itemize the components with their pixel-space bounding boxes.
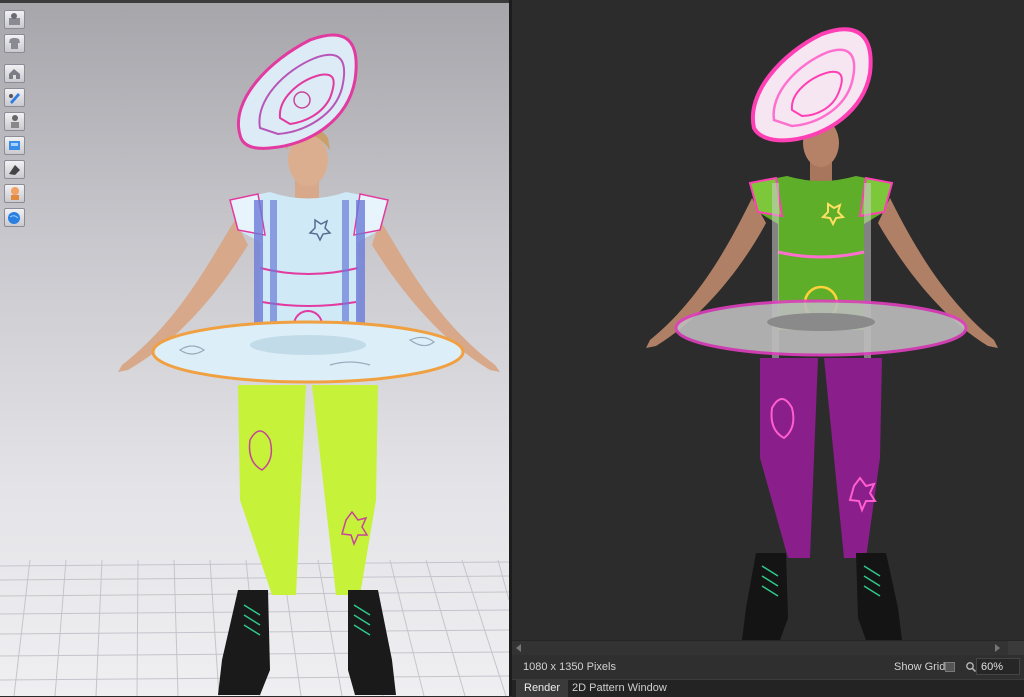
scroll-corner (1008, 641, 1024, 655)
bottom-tab-bar: Render 2D Pattern Window (512, 679, 1024, 697)
avatar-display-icon[interactable] (4, 10, 25, 29)
tab-render[interactable]: Render (516, 680, 569, 697)
zoom-input[interactable]: 60% (976, 658, 1020, 675)
pen-tool-icon[interactable] (4, 88, 25, 107)
avatar-3d-model[interactable] (110, 20, 509, 695)
horizontal-scrollbar[interactable] (512, 640, 1024, 655)
render-pixel-size: 1080 x 1350 Pixels (523, 661, 616, 673)
avatar-visibility-icon[interactable] (4, 112, 25, 131)
show-grid-label: Show Grid (894, 661, 946, 673)
garment-display-icon[interactable] (4, 34, 25, 53)
scroll-left-icon[interactable] (516, 644, 521, 652)
globe-icon[interactable] (4, 208, 25, 227)
surface-icon[interactable] (4, 136, 25, 155)
texture-icon[interactable] (4, 64, 25, 83)
tab-2d-pattern-window[interactable]: 2D Pattern Window (564, 680, 675, 697)
render-panel: 1080 x 1350 Pixels Show Grid 60% Render … (512, 0, 1024, 697)
render-canvas[interactable] (512, 0, 1024, 640)
hat-disc (237, 33, 358, 150)
show-grid-checkbox[interactable] (945, 662, 955, 672)
scroll-right-icon[interactable] (995, 644, 1000, 652)
shading-icon[interactable] (4, 160, 25, 179)
3d-viewport[interactable] (0, 0, 509, 696)
render-status-bar: 1080 x 1350 Pixels Show Grid 60% (512, 655, 1024, 679)
viewport-top-border (0, 0, 509, 3)
rendered-avatar (646, 27, 998, 640)
skin-icon[interactable] (4, 184, 25, 203)
